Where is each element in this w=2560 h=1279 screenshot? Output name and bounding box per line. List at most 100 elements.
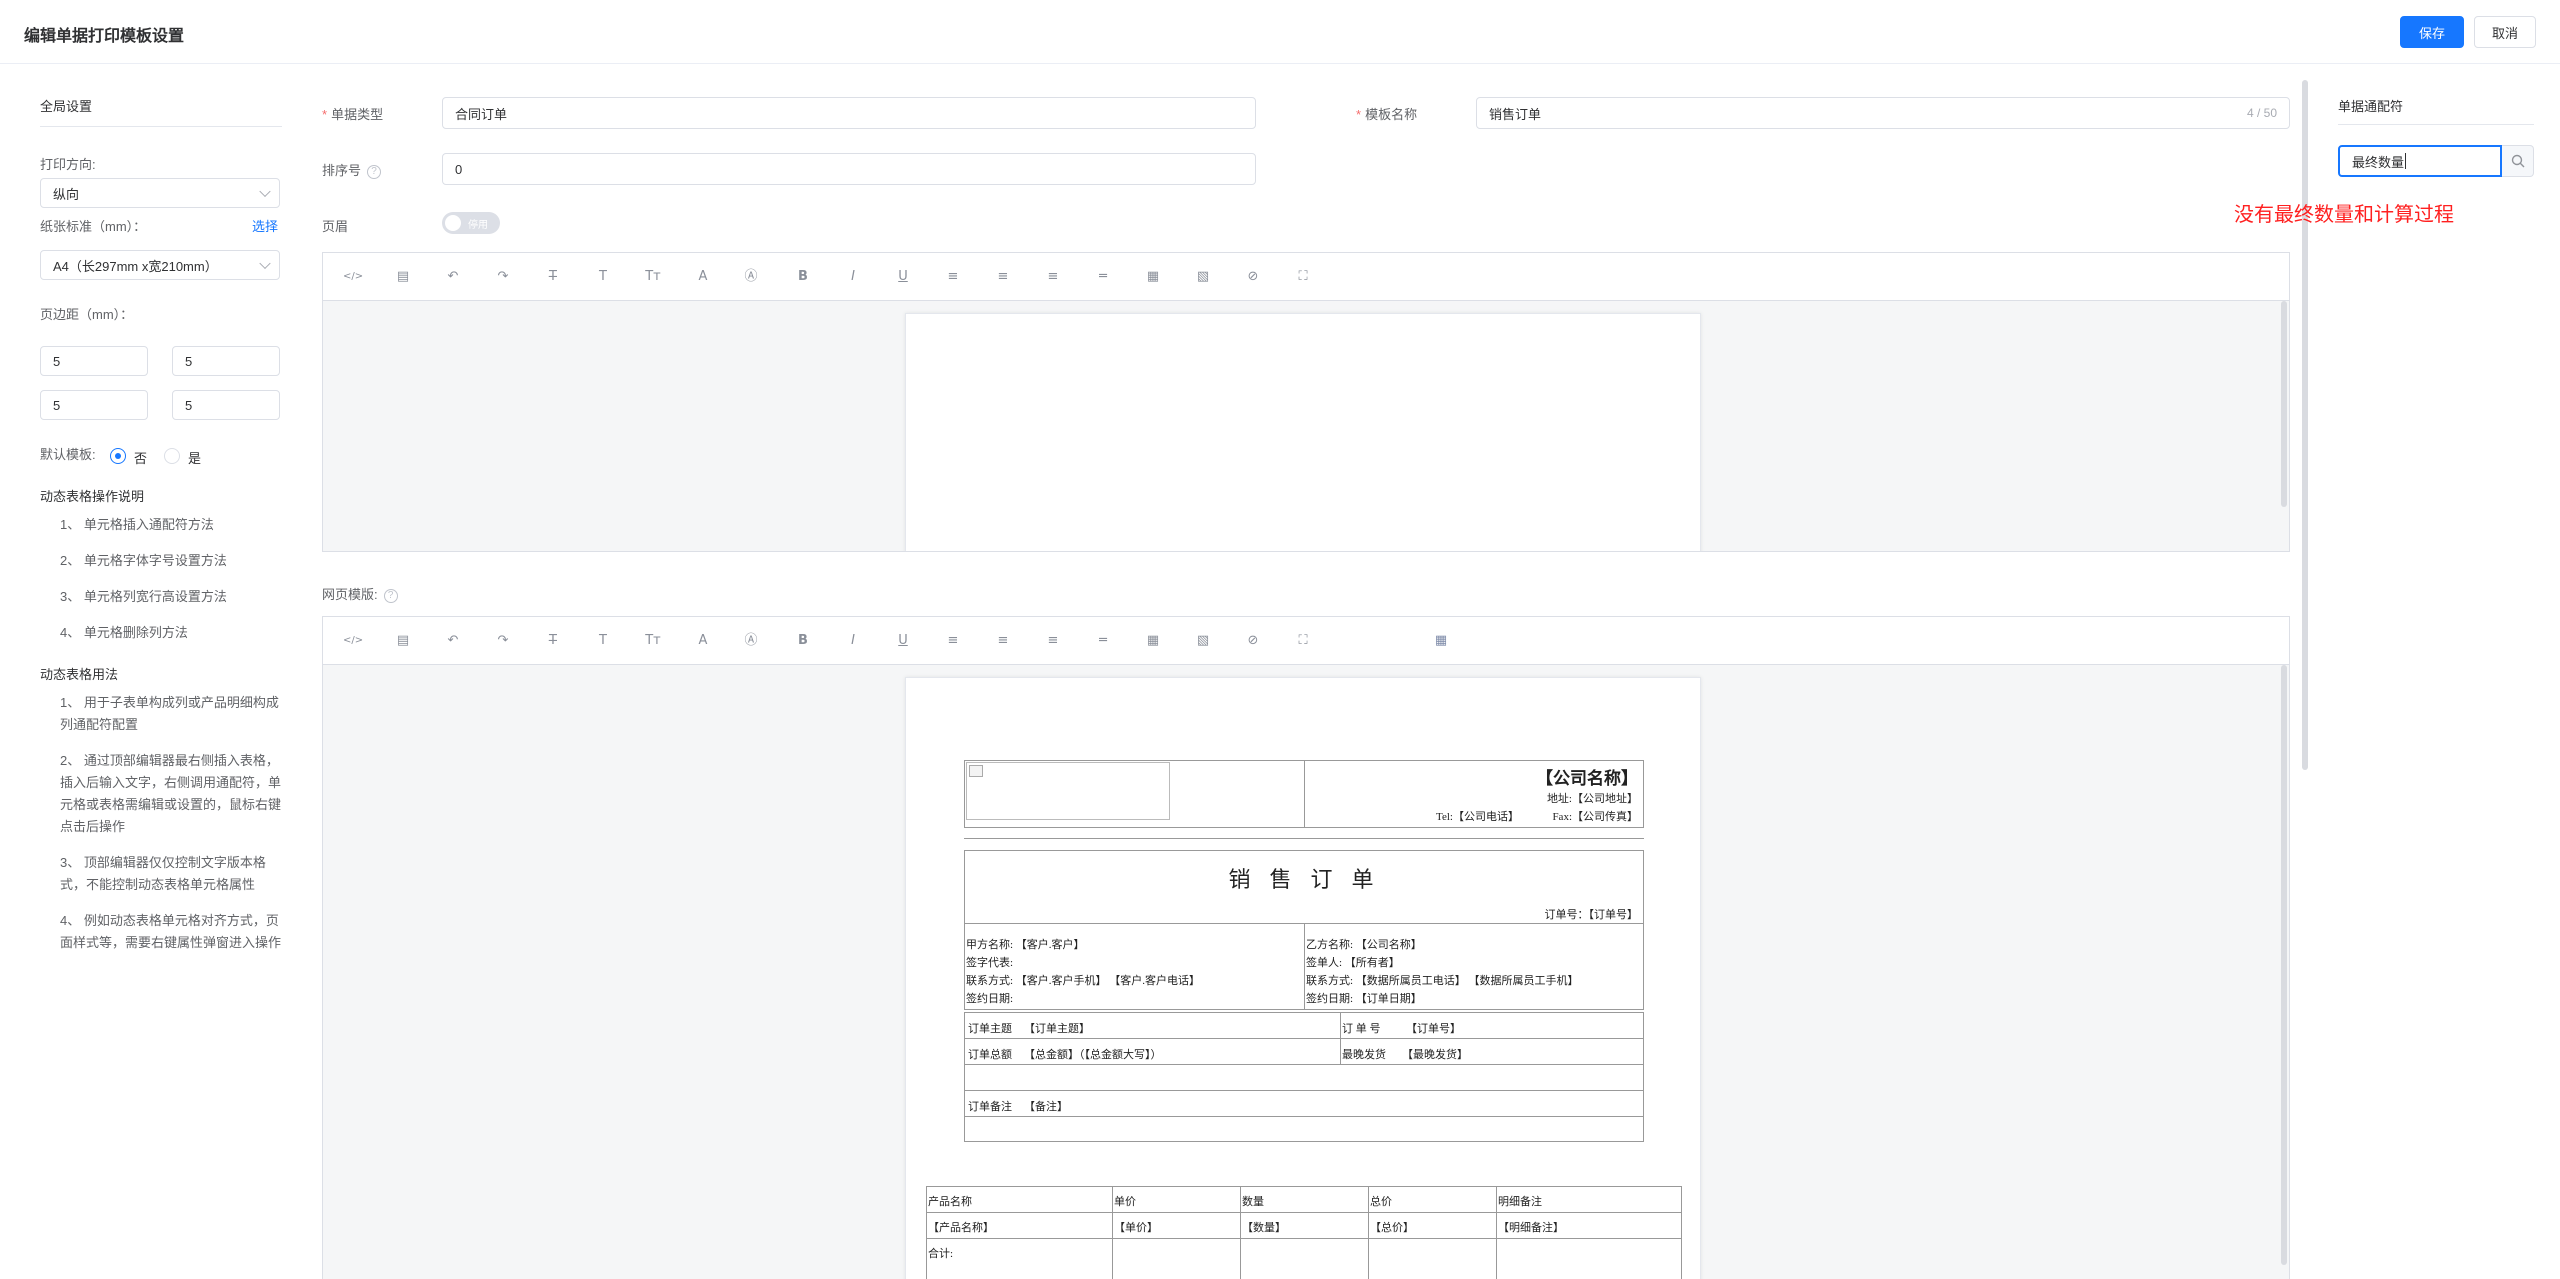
search-icon [2511, 154, 2524, 168]
font-color-icon[interactable]: A [693, 267, 713, 287]
divider [1368, 1186, 1369, 1279]
font-family-icon[interactable]: Tт [643, 631, 663, 651]
paper-size-select[interactable]: A4（长297mm x宽210mm） [40, 250, 280, 280]
header-toggle[interactable]: 停用 [442, 212, 500, 234]
underline-icon[interactable]: U [893, 631, 913, 651]
placeholder-search-input[interactable]: 最终数量 [2338, 145, 2502, 177]
undo-icon[interactable]: ↶ [443, 631, 463, 651]
print-paper[interactable]: 【公司名称】 地址:【公司地址】 Tel:【公司电话】 Fax:【公司传真】 销… [905, 677, 1701, 1279]
header-editor[interactable]: </> ▤ ↶ ↷ T̶ T Tт A Ⓐ B I U ≡ ≡ ≡ ═ ▦ ▧ ⊘ ⛶ [322, 252, 2290, 552]
ops-item[interactable]: 2、 单元格字体字号设置方法 [60, 550, 282, 572]
scrollbar[interactable] [2281, 301, 2287, 507]
fullscreen-icon[interactable]: ⛶ [1293, 267, 1313, 287]
image-icon[interactable]: ▧ [1193, 631, 1213, 651]
align-right-icon[interactable]: ≡ [1043, 267, 1063, 287]
table-icon[interactable]: ▦ [1143, 267, 1163, 287]
search-button[interactable] [2502, 145, 2534, 177]
redo-icon[interactable]: ↷ [493, 631, 513, 651]
global-settings-title: 全局设置 [40, 99, 93, 114]
scrollbar[interactable] [2281, 665, 2287, 1265]
text-size-icon[interactable]: T [593, 631, 613, 651]
divider [1304, 760, 1305, 828]
product-cell[interactable]: 【总价】 [1370, 1219, 1414, 1235]
bold-icon[interactable]: B [793, 267, 813, 287]
redo-icon[interactable]: ↷ [493, 267, 513, 287]
default-no-radio[interactable] [110, 448, 126, 464]
attachment-icon[interactable]: ⊘ [1243, 267, 1263, 287]
select-paper-link[interactable]: 选择 [252, 216, 278, 235]
background-color-icon[interactable]: Ⓐ [741, 631, 761, 651]
sort-input[interactable]: 0 [442, 153, 1256, 185]
paper-size-label: 纸张标准（mm）： [40, 219, 147, 234]
header-paper[interactable] [905, 313, 1701, 551]
margin-bottom-input[interactable]: 5 [40, 390, 148, 420]
header-editor-canvas[interactable] [323, 301, 2289, 551]
divider [1496, 1186, 1497, 1279]
product-header-cell[interactable]: 明细备注 [1498, 1193, 1542, 1209]
paper-size-value: A4（长297mm x宽210mm） [53, 258, 218, 274]
scrollbar[interactable] [2302, 80, 2308, 770]
template-icon[interactable]: ▤ [393, 267, 413, 287]
order-subject-label: 订单主题 [968, 1023, 1012, 1035]
align-right-icon[interactable]: ≡ [1043, 631, 1063, 651]
product-header-cell[interactable]: 产品名称 [928, 1193, 972, 1209]
font-color-icon[interactable]: A [693, 631, 713, 651]
italic-icon[interactable]: I [843, 267, 863, 287]
align-left-icon[interactable]: ≡ [943, 267, 963, 287]
doc-type-input[interactable]: 合同订单 [442, 97, 1256, 129]
ops-item[interactable]: 3、 单元格列宽行高设置方法 [60, 586, 282, 608]
align-center-icon[interactable]: ≡ [993, 267, 1013, 287]
help-icon[interactable]: ? [367, 164, 382, 179]
logo-image[interactable] [966, 762, 1170, 820]
cancel-button[interactable]: 取消 [2474, 16, 2536, 48]
total-label[interactable]: 合计: [928, 1245, 953, 1261]
font-family-icon[interactable]: Tт [643, 267, 663, 287]
print-direction-select[interactable]: 纵向 [40, 178, 280, 208]
divider [1304, 924, 1305, 1010]
dynamic-table-icon[interactable]: ▦ [1431, 631, 1451, 651]
template-icon[interactable]: ▤ [393, 631, 413, 651]
annotation-note: 没有最终数量和计算过程 [2234, 204, 2454, 226]
align-left-icon[interactable]: ≡ [943, 631, 963, 651]
image-icon[interactable]: ▧ [1193, 267, 1213, 287]
undo-icon[interactable]: ↶ [443, 267, 463, 287]
product-cell[interactable]: 【产品名称】 [928, 1219, 994, 1235]
body-editor[interactable]: ▦ </> ▤ ↶ ↷ T̶ T Tт A Ⓐ B I U ≡ ≡ ≡ ═ ▦ ▧ ⊘ ⛶ 【公司名称】 地址:【公司… [322, 616, 2290, 1279]
product-cell[interactable]: 【明细备注】 [1498, 1219, 1564, 1235]
body-editor-canvas[interactable]: 【公司名称】 地址:【公司地址】 Tel:【公司电话】 Fax:【公司传真】 销… [323, 665, 2289, 1279]
product-header-cell[interactable]: 数量 [1242, 1193, 1264, 1209]
bold-icon[interactable]: B [793, 631, 813, 651]
code-icon[interactable]: </> [343, 267, 363, 287]
italic-icon[interactable]: I [843, 631, 863, 651]
margin-right-input[interactable]: 5 [172, 346, 280, 376]
save-button[interactable]: 保存 [2400, 16, 2464, 48]
ops-item[interactable]: 4、 单元格删除列方法 [60, 622, 282, 644]
product-cell[interactable]: 【单价】 [1114, 1219, 1158, 1235]
help-icon[interactable]: ? [383, 588, 398, 603]
table-icon[interactable]: ▦ [1143, 631, 1163, 651]
product-header-cell[interactable]: 总价 [1370, 1193, 1392, 1209]
ops-item[interactable]: 1、 单元格插入通配符方法 [60, 514, 282, 536]
background-color-icon[interactable]: Ⓐ [741, 267, 761, 287]
product-cell[interactable]: 【数量】 [1242, 1219, 1286, 1235]
print-direction-value: 纵向 [53, 186, 80, 202]
strikethrough-icon[interactable]: T̶ [543, 267, 563, 287]
align-center-icon[interactable]: ≡ [993, 631, 1013, 651]
product-table[interactable] [926, 1186, 1682, 1279]
margin-left-input[interactable]: 5 [172, 390, 280, 420]
strikethrough-icon[interactable]: T̶ [543, 631, 563, 651]
default-yes-radio[interactable] [164, 448, 180, 464]
party-b-line: 乙方名称: 【公司名称】 [1306, 939, 1422, 951]
margin-top-input[interactable]: 5 [40, 346, 148, 376]
attachment-icon[interactable]: ⊘ [1243, 631, 1263, 651]
fullscreen-icon[interactable]: ⛶ [1293, 631, 1313, 651]
code-icon[interactable]: </> [343, 631, 363, 651]
product-header-cell[interactable]: 单价 [1114, 1193, 1136, 1209]
text-size-icon[interactable]: T [593, 267, 613, 287]
underline-icon[interactable]: U [893, 267, 913, 287]
template-name-input[interactable]: 销售订单 4 / 50 [1476, 97, 2290, 129]
doc-type-label: * 单据类型 [322, 107, 384, 122]
line-height-icon[interactable]: ═ [1093, 267, 1113, 287]
line-height-icon[interactable]: ═ [1093, 631, 1113, 651]
order-num-label: 订 单 号 [1342, 1023, 1381, 1035]
